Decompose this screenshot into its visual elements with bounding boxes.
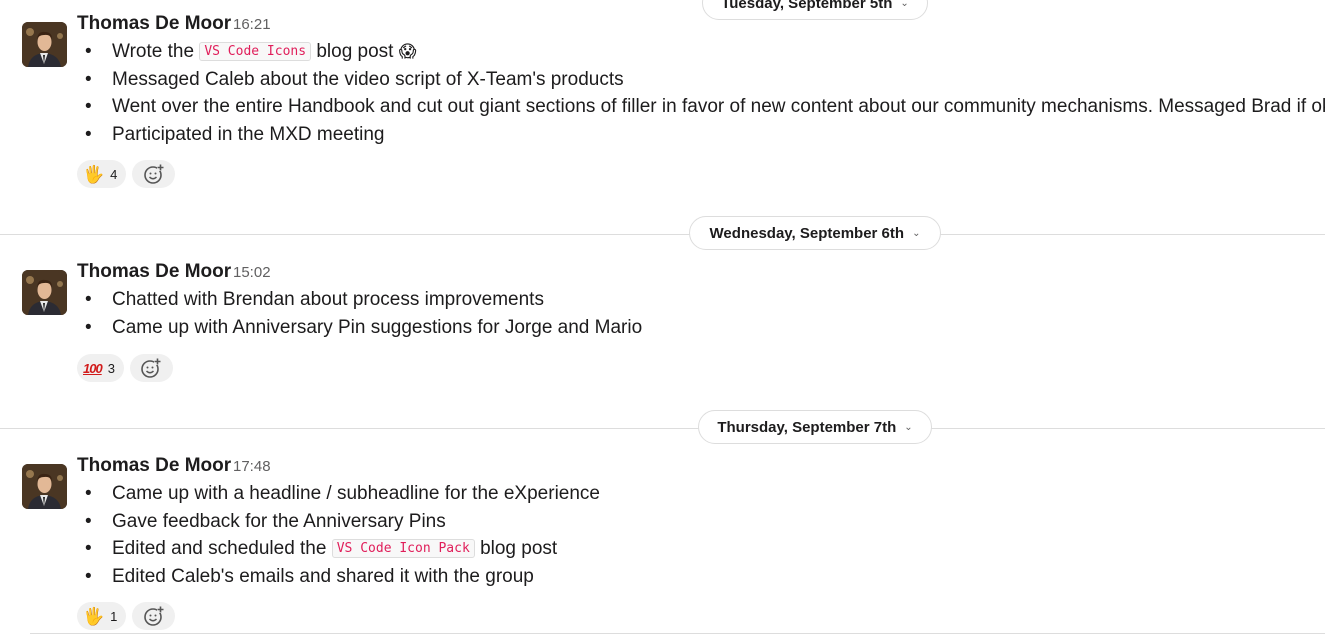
list-item-text: Wrote the VS Code Icons blog post 😱 (112, 38, 416, 68)
add-emoji-icon (144, 164, 164, 184)
timestamp[interactable]: 16:21 (233, 16, 271, 33)
divider-line (0, 234, 1325, 235)
date-divider-tuesday[interactable]: Tuesday, September 5th ⌄ (702, 0, 928, 20)
list-item-text: Came up with Anniversary Pin suggestions… (112, 316, 643, 338)
chevron-down-icon: ⌄ (912, 227, 921, 239)
list-item-text: Went over the entire Handbook and cut ou… (112, 96, 1325, 117)
author-name[interactable]: Thomas De Moor (77, 13, 231, 35)
bullet: • (85, 68, 92, 90)
message: Thomas De Moor 15:02 • Chatted with Bren… (0, 261, 1325, 390)
reaction-button[interactable]: 100 3 (77, 354, 124, 382)
timestamp[interactable]: 15:02 (233, 264, 271, 281)
chevron-down-icon: ⌄ (904, 421, 913, 433)
avatar[interactable] (22, 464, 67, 509)
reaction-count: 3 (107, 360, 115, 376)
text-after: blog post (474, 538, 558, 559)
hundred-points-icon: 100 (83, 360, 103, 376)
message: Thomas De Moor 17:48 • Came up with a he… (0, 455, 1325, 634)
bullet: • (85, 316, 92, 338)
list-item-text: Edited and scheduled the VS Code Icon Pa… (112, 535, 557, 565)
bullet: • (85, 96, 92, 117)
bullet: • (85, 123, 92, 145)
list-item-text: Participated in the MXD meeting (112, 123, 385, 145)
text-after: blog post (311, 41, 394, 62)
scream-emoji-icon: 😱 (398, 42, 417, 61)
reactions: 🖐 4 (77, 160, 176, 188)
message: Thomas De Moor 16:21 • Wrote the VS Code… (0, 13, 1325, 192)
add-reaction-button[interactable] (129, 354, 173, 382)
raised-hand-icon: 🖐 (83, 164, 105, 184)
list-item-text: Came up with a headline / subheadline fo… (112, 483, 600, 504)
bullet: • (85, 41, 92, 62)
date-label: Thursday, September 7th (717, 418, 897, 436)
reactions: 🖐 1 (77, 602, 176, 630)
avatar[interactable] (22, 22, 67, 67)
divider-line (0, 428, 1325, 429)
reaction-button[interactable]: 🖐 1 (77, 602, 127, 630)
avatar[interactable] (22, 270, 67, 315)
reaction-count: 1 (110, 608, 118, 624)
date-label: Wednesday, September 6th (709, 224, 905, 242)
reaction-button[interactable]: 🖐 4 (77, 160, 127, 188)
list-item-text: Chatted with Brendan about process impro… (112, 289, 544, 310)
author-name[interactable]: Thomas De Moor (77, 455, 231, 477)
date-divider-thursday[interactable]: Thursday, September 7th ⌄ (698, 410, 932, 444)
date-divider-wednesday[interactable]: Wednesday, September 6th ⌄ (689, 216, 941, 250)
bullet: • (85, 483, 92, 504)
date-label: Tuesday, September 5th (721, 0, 893, 12)
bullet: • (85, 510, 92, 532)
list-item-text: Edited Caleb's emails and shared it with… (112, 565, 534, 587)
add-reaction-button[interactable] (132, 160, 176, 188)
add-reaction-button[interactable] (132, 602, 176, 630)
add-emoji-icon (141, 358, 162, 378)
text-before: Wrote the (112, 41, 200, 62)
text-before: Edited and scheduled the (112, 538, 332, 559)
list-item-text: Gave feedback for the Anniversary Pins (112, 510, 446, 532)
reactions: 100 3 (77, 354, 173, 382)
inline-code: VS Code Icon Pack (331, 539, 475, 558)
inline-code: VS Code Icons (199, 42, 312, 61)
timestamp[interactable]: 17:48 (233, 458, 271, 475)
list-item-text: Messaged Caleb about the video script of… (112, 68, 624, 90)
raised-hand-icon: 🖐 (83, 606, 105, 626)
author-name[interactable]: Thomas De Moor (77, 261, 231, 283)
bullet: • (85, 565, 92, 587)
bullet: • (85, 289, 92, 310)
reaction-count: 4 (110, 166, 118, 182)
chevron-down-icon: ⌄ (900, 0, 909, 9)
bullet: • (85, 538, 92, 559)
add-emoji-icon (144, 606, 164, 626)
